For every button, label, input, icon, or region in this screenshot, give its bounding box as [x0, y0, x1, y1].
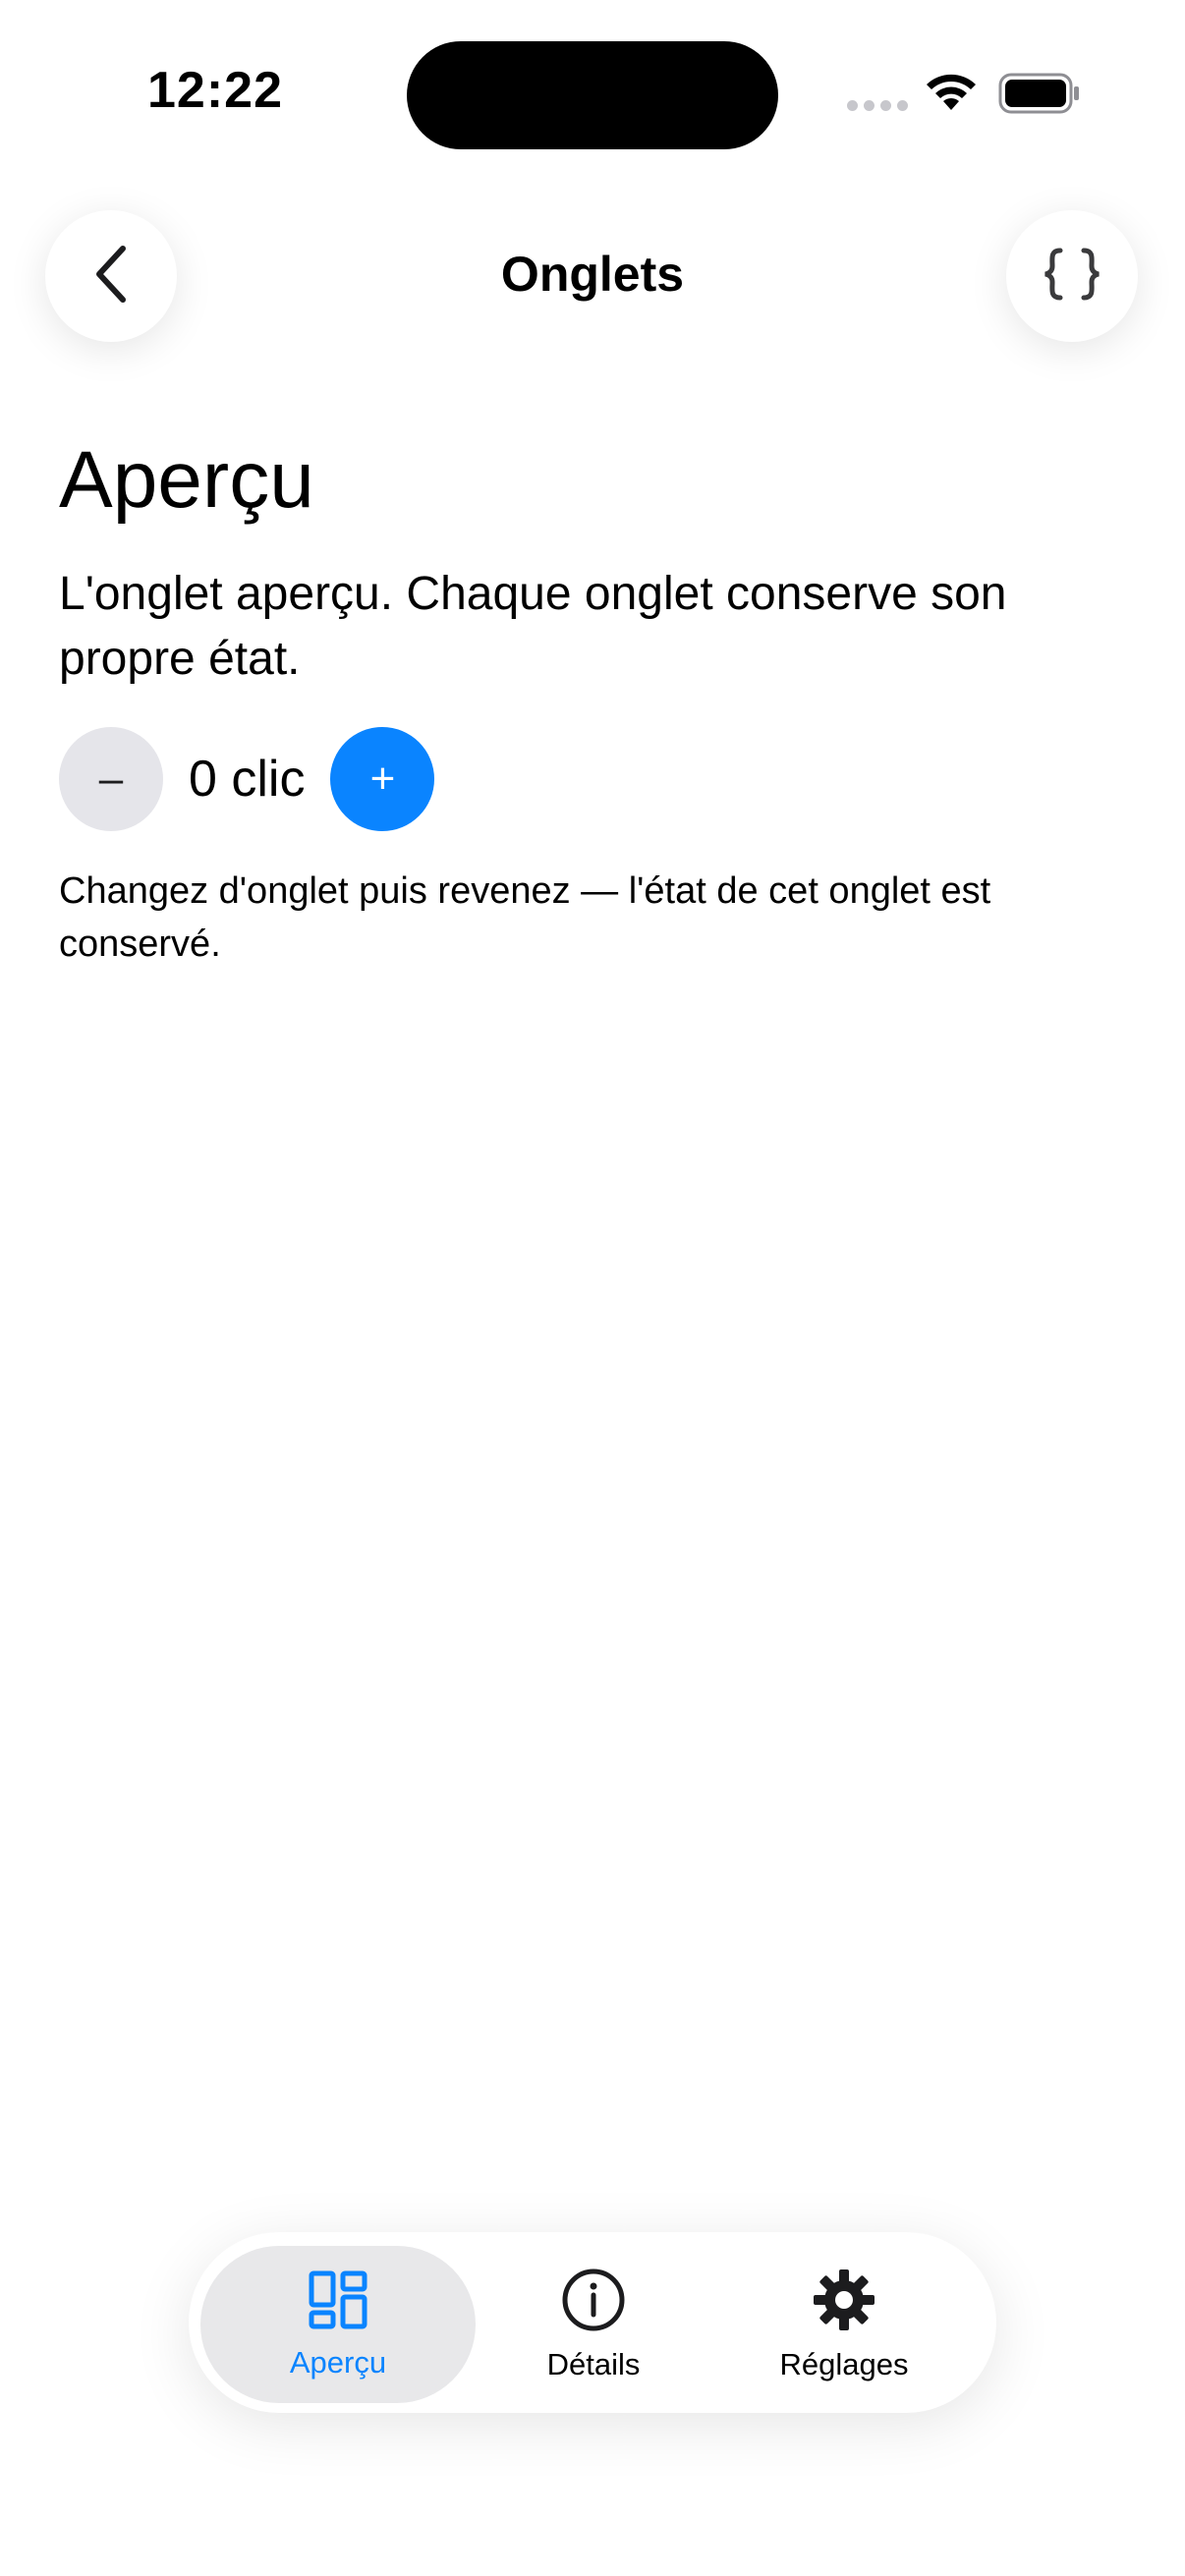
battery-icon [998, 73, 1081, 119]
code-view-button[interactable] [1006, 210, 1138, 342]
state-hint-text: Changez d'onglet puis revenez — l'état d… [59, 870, 991, 965]
tab-description: L'onglet aperçu. Chaque onglet conserve … [59, 568, 1007, 685]
tab-bar: Aperçu Détails Réglages [189, 2232, 996, 2413]
cellular-signal-icon [847, 100, 908, 111]
dynamic-island [407, 41, 778, 149]
dashboard-icon [308, 2269, 368, 2335]
info-icon [561, 2268, 626, 2337]
tab-label: Détails [546, 2346, 641, 2381]
tab-reglages[interactable]: Réglages [706, 2246, 982, 2403]
tab-details[interactable]: Détails [456, 2246, 731, 2403]
increment-button[interactable]: + [330, 727, 435, 831]
click-counter: – 0 clic + [59, 727, 435, 831]
decrement-button[interactable]: – [59, 727, 163, 831]
status-time: 12:22 [147, 62, 283, 119]
tab-label: Aperçu [289, 2344, 387, 2380]
page-title: Aperçu [59, 435, 314, 525]
wifi-icon [924, 71, 979, 117]
tab-label: Réglages [779, 2346, 909, 2381]
tab-apercu[interactable]: Aperçu [200, 2246, 476, 2403]
gear-icon [812, 2268, 876, 2337]
curly-braces-icon [1041, 247, 1103, 307]
counter-value: 0 clic [189, 751, 306, 808]
